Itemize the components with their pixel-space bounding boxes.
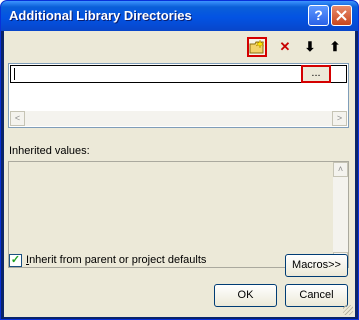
cancel-button[interactable]: Cancel [285,284,348,307]
directory-edit-field[interactable]: ... [10,65,347,83]
browse-button[interactable]: ... [301,65,331,83]
delete-line-button[interactable]: ✕ [275,37,295,57]
inherit-checkbox[interactable]: ✓ [9,254,22,267]
scroll-right-icon[interactable]: > [332,111,347,126]
arrow-down-icon: ⬇ [304,39,316,54]
resize-grip-icon[interactable] [343,305,353,315]
inherited-values-box: ˄ ˅ [8,161,349,268]
window-title: Additional Library Directories [9,8,192,23]
dialog-window: Additional Library Directories ? ✕ ⬇ ⬆ .… [0,0,359,320]
move-down-button[interactable]: ⬇ [300,37,320,57]
arrow-up-icon: ⬆ [329,39,341,54]
close-icon [336,10,347,21]
directories-list[interactable]: ... < > [8,63,349,128]
inherit-checkbox-label[interactable]: Inherit from parent or project defaults [26,254,206,266]
scroll-left-icon[interactable]: < [10,111,25,126]
scroll-up-icon[interactable]: ˄ [333,162,348,177]
vertical-scrollbar[interactable]: ˄ ˅ [333,162,348,267]
folder-new-icon [249,40,265,54]
inherited-values-label: Inherited values: [9,145,90,157]
dialog-client: ✕ ⬇ ⬆ ... < > Inherited values: ˄ ˅ ✓ [4,31,355,317]
help-button[interactable]: ? [308,5,329,26]
ok-button[interactable]: OK [214,284,277,307]
delete-icon: ✕ [279,39,291,54]
title-bar[interactable]: Additional Library Directories ? [1,1,358,31]
move-up-button[interactable]: ⬆ [325,37,345,57]
close-button[interactable] [331,5,352,26]
macros-button[interactable]: Macros>> [285,254,348,277]
horizontal-scrollbar[interactable]: < > [10,111,347,126]
new-line-button[interactable] [247,37,267,57]
text-caret [14,68,15,80]
